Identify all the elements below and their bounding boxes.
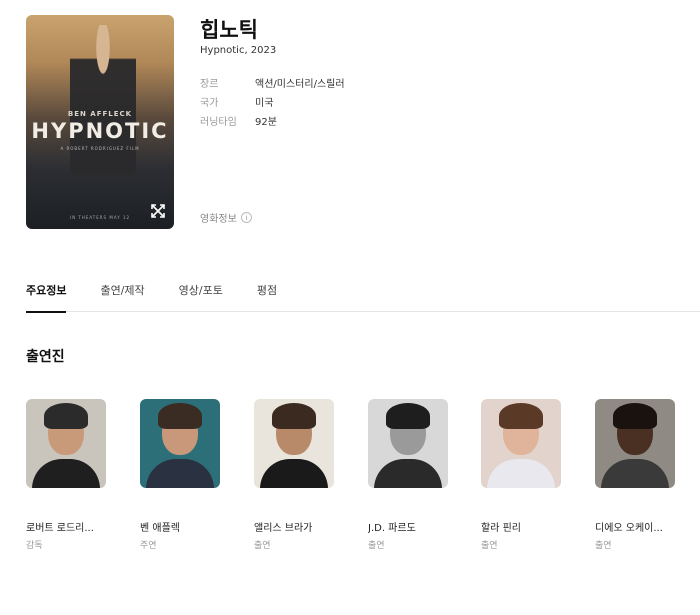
movie-subtitle: Hypnotic, 2023 [200, 45, 277, 56]
cast-name[interactable]: J.D. 파르도 [368, 519, 450, 534]
cast-body-shape [374, 459, 442, 488]
cast-item[interactable]: J.D. 파르도 출연 [368, 399, 450, 551]
cast-hair-shape [499, 403, 543, 429]
movie-title: 힙노틱 [200, 18, 258, 42]
cast-photo[interactable] [368, 399, 448, 488]
cast-role: 출연 [595, 541, 612, 551]
poster-tagline: A ROBERT RODRIGUEZ FILM [60, 146, 140, 151]
cast-body-shape [260, 459, 328, 488]
tab-rating[interactable]: 평점 [257, 281, 277, 312]
info-icon[interactable]: i [240, 212, 252, 223]
meta-label: 장르 [200, 79, 219, 90]
poster-figure [70, 25, 136, 175]
cast-name[interactable]: 할라 핀리 [481, 519, 563, 534]
cast-hair-shape [44, 403, 88, 429]
cast-item[interactable]: 할라 핀리 출연 [481, 399, 563, 551]
cast-role: 출연 [368, 541, 385, 551]
movie-info-label: 영화정보 [200, 214, 237, 225]
expand-icon[interactable] [150, 203, 166, 219]
cast-photo[interactable] [481, 399, 561, 488]
meta-row-genre: 장르 액션/미스터리/스릴러 [200, 73, 345, 92]
cast-hair-shape [272, 403, 316, 429]
cast-section-title: 출연진 [26, 349, 65, 365]
poster-actor-name: BEN AFFLECK [67, 110, 133, 118]
cast-hair-shape [613, 403, 657, 429]
cast-name[interactable]: 벤 애플렉 [140, 519, 222, 534]
poster-title: HYPNOTIC [31, 119, 169, 143]
cast-role: 출연 [254, 541, 271, 551]
meta-row-runtime: 러닝타임 92분 [200, 111, 345, 130]
cast-hair-shape [158, 403, 202, 429]
tab-main-info[interactable]: 주요정보 [26, 281, 67, 313]
tab-video-photo[interactable]: 영상/포토 [179, 281, 223, 312]
tab-bar: 주요정보 출연/제작 영상/포토 평점 [26, 281, 700, 313]
tab-cast-crew[interactable]: 출연/제작 [100, 281, 144, 312]
cast-body-shape [487, 459, 555, 488]
cast-name[interactable]: 디에오 오케이... [595, 519, 677, 534]
cast-body-shape [146, 459, 214, 488]
cast-item[interactable]: 디에오 오케이... 출연 [595, 399, 677, 551]
meta-label: 국가 [200, 98, 219, 109]
cast-list: 로버트 로드리... 감독 벤 애플렉 주연 앨리스 브라가 출연 J.D. 파… [26, 399, 700, 569]
cast-photo[interactable] [140, 399, 220, 488]
cast-item[interactable]: 앨리스 브라가 출연 [254, 399, 336, 551]
movie-poster[interactable]: BEN AFFLECK HYPNOTIC A ROBERT RODRIGUEZ … [26, 15, 174, 229]
cast-body-shape [601, 459, 669, 488]
meta-row-country: 국가 미국 [200, 92, 345, 111]
cast-photo[interactable] [254, 399, 334, 488]
meta-value: 액션/미스터리/스릴러 [255, 79, 345, 90]
cast-role: 출연 [481, 541, 498, 551]
cast-hair-shape [386, 403, 430, 429]
cast-photo[interactable] [26, 399, 106, 488]
cast-name[interactable]: 앨리스 브라가 [254, 519, 336, 534]
movie-meta: 장르 액션/미스터리/스릴러 국가 미국 러닝타임 92분 [200, 73, 345, 130]
cast-photo[interactable] [595, 399, 675, 488]
meta-value: 미국 [255, 98, 274, 109]
cast-role: 감독 [26, 541, 43, 551]
cast-role: 주연 [140, 541, 157, 551]
cast-item[interactable]: 로버트 로드리... 감독 [26, 399, 108, 551]
movie-info-link[interactable]: 영화정보 i [200, 210, 252, 225]
meta-value: 92분 [255, 117, 277, 128]
cast-name[interactable]: 로버트 로드리... [26, 519, 108, 534]
meta-label: 러닝타임 [200, 117, 237, 128]
cast-item[interactable]: 벤 애플렉 주연 [140, 399, 222, 551]
cast-body-shape [32, 459, 100, 488]
